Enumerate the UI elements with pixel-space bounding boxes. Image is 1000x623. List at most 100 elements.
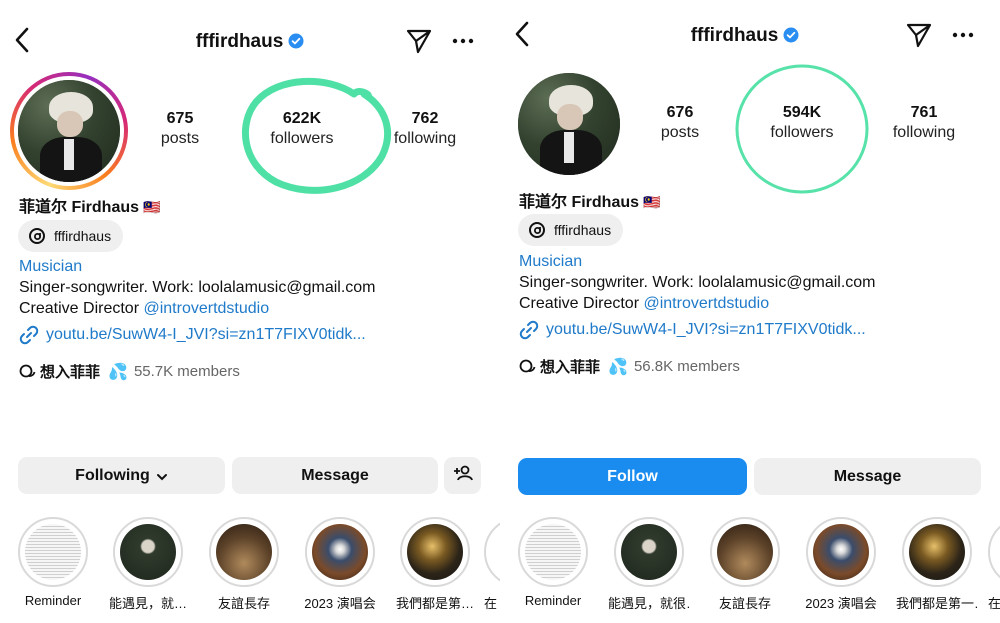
- add-person-icon: [453, 464, 473, 487]
- following-count: 761: [910, 104, 938, 121]
- story-highlight[interactable]: 我們都是第一…: [896, 517, 978, 612]
- follow-button[interactable]: Follow: [518, 458, 747, 495]
- following-stat[interactable]: 762 following: [370, 109, 480, 149]
- bio-line-2: Creative Director @introvertdstudio: [19, 300, 269, 318]
- more-icon[interactable]: [952, 32, 974, 38]
- display-name-text: 菲道尔 Firdhaus: [519, 194, 640, 211]
- story-highlight[interactable]: 友誼長存: [203, 517, 285, 612]
- highlight-label: 我們都是第一…: [896, 596, 978, 611]
- community-name: 想入菲菲: [40, 364, 101, 381]
- community-chat[interactable]: 想入菲菲 💦 55.7K members: [19, 361, 240, 382]
- following-stat[interactable]: 761 following: [869, 103, 979, 143]
- highlight-label: 2023 演唱会: [304, 596, 376, 611]
- highlight-label: 2023 演唱会: [805, 596, 877, 611]
- highlight-label: 友誼長存: [718, 596, 771, 611]
- followers-count: 594K: [782, 104, 822, 121]
- community-members: 55.7K members: [133, 363, 240, 380]
- bio-prefix: Creative Director: [519, 295, 644, 312]
- verified-icon: [783, 27, 799, 43]
- highlight-label: 我們都是第…: [395, 596, 474, 611]
- add-person-button[interactable]: [444, 457, 481, 494]
- followers-stat[interactable]: 594K followers: [747, 103, 857, 143]
- posts-label: posts: [160, 130, 200, 147]
- droplets-icon: 💦: [108, 363, 128, 381]
- community-name: 想入菲菲: [540, 359, 601, 376]
- bio-mention-link[interactable]: @introvertdstudio: [143, 300, 269, 317]
- profile-screenshot-after: fffirdhaus 676 posts 594K followers 761 …: [500, 0, 1000, 623]
- bio-link-text: youtu.be/SuwW4-I_JVI?si=zn1T7FIXV0tidk..…: [546, 321, 866, 338]
- followers-label: followers: [770, 124, 834, 141]
- display-name: 菲道尔 Firdhaus 🇲🇾: [19, 193, 160, 217]
- story-highlight[interactable]: Reminder: [512, 517, 594, 608]
- community-icon: [519, 358, 537, 376]
- highlight-label: 友誼長存: [217, 596, 270, 611]
- verified-icon: [288, 33, 304, 49]
- link-icon: [519, 320, 539, 340]
- threads-handle: fffirdhaus: [554, 222, 612, 238]
- highlight-label: 能遇見，就很…: [608, 596, 690, 611]
- community-icon: [19, 363, 37, 381]
- send-icon[interactable]: [905, 21, 933, 49]
- flag-icon: 🇲🇾: [643, 194, 661, 210]
- story-highlight[interactable]: 能遇見，就…: [107, 517, 189, 612]
- posts-count: 675: [166, 110, 194, 127]
- threads-handle: fffirdhaus: [54, 228, 112, 244]
- highlight-label: 在: [988, 596, 1000, 611]
- following-button-label: Following: [75, 466, 150, 484]
- bio-prefix: Creative Director: [19, 300, 144, 317]
- username-text: fffirdhaus: [690, 25, 779, 46]
- droplets-icon: 💦: [608, 358, 628, 376]
- display-name: 菲道尔 Firdhaus 🇲🇾: [519, 188, 660, 212]
- posts-stat[interactable]: 675 posts: [125, 109, 235, 149]
- username-text: fffirdhaus: [195, 31, 284, 52]
- profile-screenshot-before: fffirdhaus 675 posts 622K followers 762 …: [0, 0, 500, 623]
- threads-icon: [28, 227, 46, 245]
- posts-stat[interactable]: 676 posts: [625, 103, 735, 143]
- message-button[interactable]: Message: [754, 458, 981, 495]
- following-count: 762: [411, 110, 439, 127]
- link-icon: [19, 325, 39, 345]
- threads-icon: [528, 221, 546, 239]
- story-highlight-partial[interactable]: 在: [484, 517, 500, 612]
- message-button-label: Message: [301, 466, 369, 484]
- send-icon[interactable]: [405, 27, 433, 55]
- community-chat[interactable]: 想入菲菲 💦 56.8K members: [519, 356, 740, 377]
- avatar[interactable]: [518, 73, 620, 175]
- posts-label: posts: [660, 124, 700, 141]
- story-highlight[interactable]: 2023 演唱会: [299, 517, 381, 612]
- followers-stat[interactable]: 622K followers: [247, 109, 357, 149]
- highlight-label: 能遇見，就…: [108, 596, 187, 611]
- message-button-label: Message: [833, 467, 902, 485]
- bio-external-link[interactable]: youtu.be/SuwW4-I_JVI?si=zn1T7FIXV0tidk..…: [519, 320, 866, 340]
- more-icon[interactable]: [452, 38, 474, 44]
- bio-mention-link[interactable]: @introvertdstudio: [643, 295, 769, 312]
- display-name-text: 菲道尔 Firdhaus: [19, 199, 140, 216]
- profile-category: Musician: [19, 258, 83, 275]
- story-highlight[interactable]: Reminder: [12, 517, 94, 608]
- highlight-label: 在: [484, 596, 498, 611]
- threads-badge[interactable]: fffirdhaus: [18, 220, 124, 252]
- bio-line-1: Singer-songwriter. Work: loolalamusic@gm…: [519, 274, 876, 291]
- story-highlight[interactable]: 2023 演唱会: [800, 517, 882, 612]
- profile-category: Musician: [519, 253, 583, 270]
- story-highlight[interactable]: 能遇見，就很…: [608, 517, 690, 612]
- flag-icon: 🇲🇾: [143, 199, 161, 215]
- story-highlight[interactable]: 友誼長存: [704, 517, 786, 612]
- threads-badge[interactable]: fffirdhaus: [518, 214, 624, 246]
- following-label: following: [892, 124, 956, 141]
- bio-line-2: Creative Director @introvertdstudio: [519, 295, 769, 313]
- bio-external-link[interactable]: youtu.be/SuwW4-I_JVI?si=zn1T7FIXV0tidk..…: [19, 325, 366, 345]
- story-highlight-partial[interactable]: 在: [988, 517, 1000, 612]
- message-button[interactable]: Message: [232, 457, 438, 494]
- posts-count: 676: [666, 104, 694, 121]
- story-highlight[interactable]: 我們都是第…: [394, 517, 476, 612]
- community-members: 56.8K members: [633, 358, 740, 375]
- chevron-down-icon: [156, 470, 168, 482]
- avatar[interactable]: [18, 80, 120, 182]
- highlight-label: Reminder: [524, 593, 582, 608]
- bio-link-text: youtu.be/SuwW4-I_JVI?si=zn1T7FIXV0tidk..…: [46, 326, 366, 343]
- following-button[interactable]: Following: [18, 457, 225, 494]
- highlight-label: Reminder: [24, 593, 82, 608]
- bio-line-1: Singer-songwriter. Work: loolalamusic@gm…: [19, 279, 376, 296]
- followers-count: 622K: [282, 110, 322, 127]
